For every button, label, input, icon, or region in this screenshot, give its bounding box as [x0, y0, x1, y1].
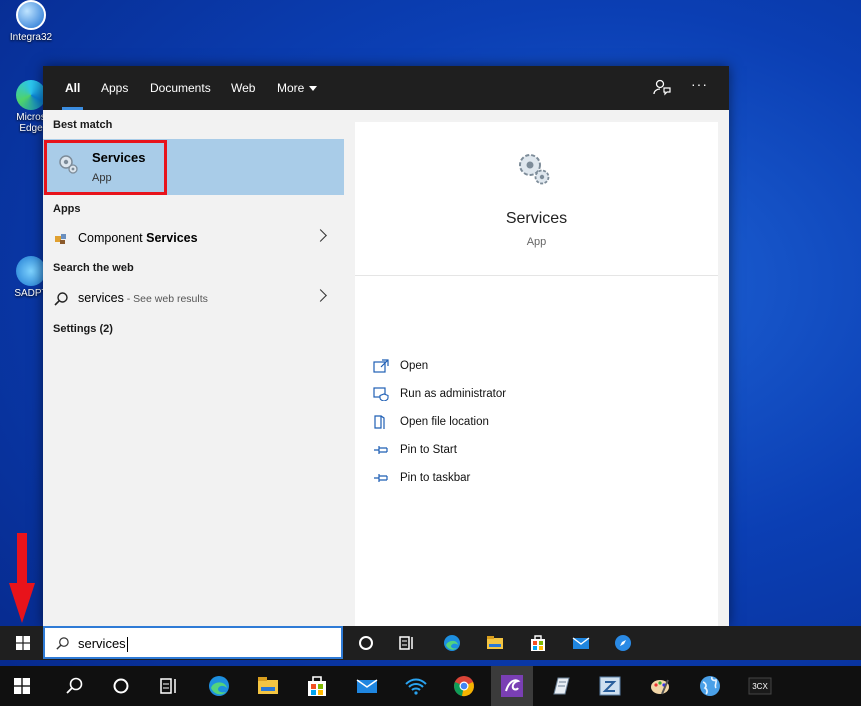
- sadpt-icon: [16, 256, 46, 286]
- web-search-item[interactable]: services - See web results: [43, 286, 344, 312]
- web-search-query: services: [78, 291, 124, 305]
- edge-icon: [16, 80, 46, 110]
- edge-icon[interactable]: [207, 674, 231, 698]
- mail-icon[interactable]: [355, 674, 379, 698]
- app-icon-purple[interactable]: [500, 674, 524, 698]
- search-input-value: services: [78, 636, 126, 651]
- tab-more[interactable]: More: [277, 66, 318, 110]
- section-search-web: Search the web: [53, 262, 134, 274]
- edge-icon[interactable]: [442, 633, 462, 653]
- web-search-suffix: - See web results: [123, 293, 208, 305]
- preview-pane: Services App Open Run as administrator O…: [355, 122, 718, 626]
- tab-web[interactable]: Web: [231, 66, 255, 110]
- tab-all[interactable]: All: [61, 66, 84, 110]
- more-options-button[interactable]: ···: [691, 76, 708, 92]
- search-icon: [56, 637, 69, 650]
- text-caret: [126, 637, 128, 653]
- globe-icon: [16, 0, 46, 30]
- mail-icon[interactable]: [571, 633, 591, 653]
- search-flyout: All Apps Documents Web More ··· Best mat…: [43, 66, 729, 626]
- divider: [355, 275, 718, 276]
- taskbar: 3CX: [0, 666, 861, 706]
- cortana-icon[interactable]: [356, 633, 376, 653]
- task-view-icon[interactable]: [397, 633, 417, 653]
- tab-documents[interactable]: Documents: [150, 66, 211, 110]
- component-services-prefix: Component: [78, 231, 147, 245]
- component-services-bold: Services: [146, 231, 198, 245]
- annotation-highlight-box: [44, 140, 167, 195]
- chevron-right-icon[interactable]: [314, 229, 327, 242]
- action-pin-to-taskbar-label: Pin to taskbar: [400, 472, 471, 484]
- tab-apps[interactable]: Apps: [101, 66, 128, 110]
- preview-title: Services: [505, 210, 568, 227]
- pin-icon: [374, 474, 388, 482]
- search-input[interactable]: services: [43, 626, 343, 659]
- annotation-arrow: [9, 533, 35, 623]
- chrome-icon[interactable]: [452, 674, 476, 698]
- gear-icon: [519, 154, 550, 185]
- action-open-label: Open: [400, 360, 429, 372]
- file-explorer-icon[interactable]: [256, 674, 280, 698]
- section-settings[interactable]: Settings (2): [53, 323, 113, 335]
- feedback-button[interactable]: [653, 78, 673, 98]
- shield-icon: [373, 387, 389, 401]
- paint-icon[interactable]: [648, 674, 672, 698]
- store-icon[interactable]: [305, 674, 329, 698]
- globe-icon[interactable]: [698, 674, 722, 698]
- chevron-down-icon: [309, 86, 318, 92]
- wifi-icon[interactable]: [404, 674, 428, 698]
- chevron-right-icon[interactable]: [314, 289, 327, 302]
- file-location-icon: [374, 415, 385, 429]
- windows-start-icon[interactable]: [16, 636, 30, 650]
- component-services-item[interactable]: Component Services: [43, 226, 344, 252]
- action-run-as-admin-label: Run as administrator: [400, 388, 507, 400]
- search-icon[interactable]: [62, 674, 86, 698]
- safari-compass-icon[interactable]: [613, 633, 633, 653]
- windows-start-icon[interactable]: [14, 678, 30, 694]
- component-services-icon: [55, 234, 66, 244]
- desktop-icon-integra32[interactable]: Integra32: [6, 0, 56, 43]
- section-apps: Apps: [53, 203, 81, 215]
- preview-subtitle: App: [526, 236, 547, 248]
- search-icon: [54, 292, 68, 306]
- svg-text:3CX: 3CX: [752, 682, 768, 691]
- task-view-icon[interactable]: [157, 674, 181, 698]
- search-tabs-bar: All Apps Documents Web More ···: [43, 66, 729, 110]
- store-icon[interactable]: [528, 633, 548, 653]
- 3cx-icon[interactable]: 3CX: [748, 674, 772, 698]
- open-icon: [373, 359, 389, 373]
- feedback-icon: [653, 79, 671, 96]
- pin-icon: [374, 446, 388, 454]
- app-icon-z[interactable]: [598, 674, 622, 698]
- action-open-file-location-label: Open file location: [400, 416, 489, 428]
- action-pin-to-start-label: Pin to Start: [400, 444, 457, 456]
- section-best-match: Best match: [53, 119, 113, 131]
- desktop-icon-label: Integra32: [9, 32, 53, 43]
- cortana-icon[interactable]: [109, 674, 133, 698]
- search-bar-row: services: [0, 626, 861, 660]
- results-pane: Best match Services App Apps Component S…: [43, 110, 344, 626]
- notepad-icon[interactable]: [549, 674, 573, 698]
- file-explorer-icon[interactable]: [485, 633, 505, 653]
